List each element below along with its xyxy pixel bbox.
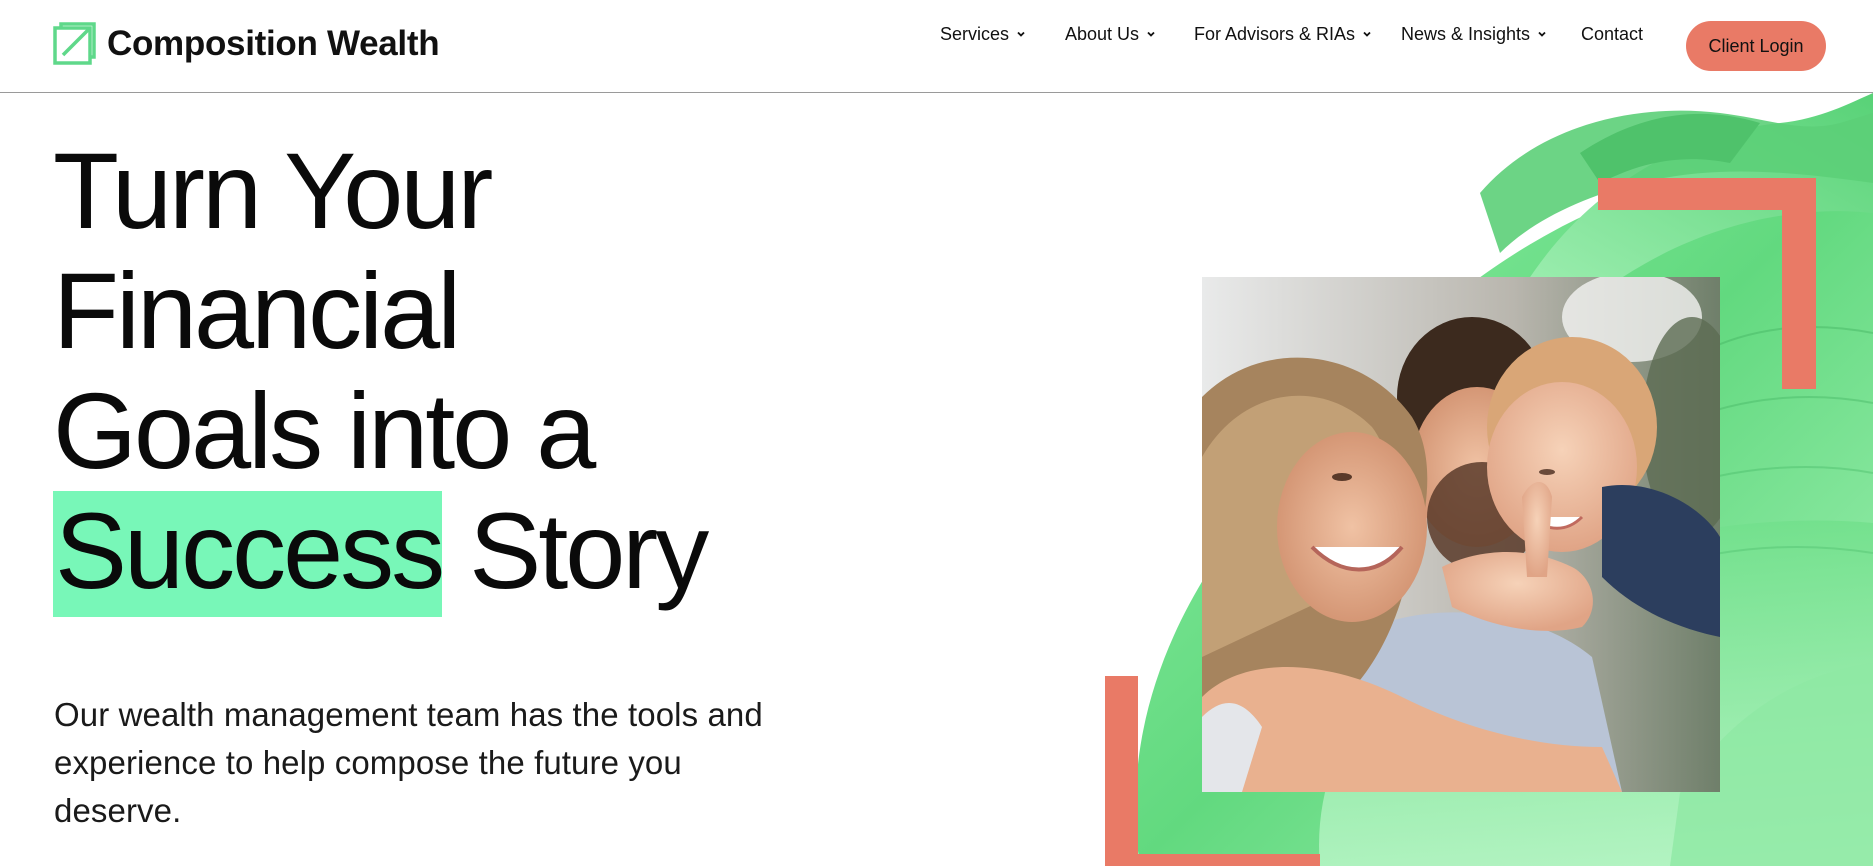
nav-for-advisors-label: For Advisors & RIAs (1194, 23, 1356, 44)
family-photo-illustration (1202, 277, 1720, 792)
chevron-down-icon (1538, 31, 1546, 37)
nav-news-insights-label: News & Insights (1401, 23, 1531, 44)
hero-title: Turn Your Financial Goals into a Success… (53, 130, 709, 617)
client-login-button[interactable]: Client Login (1686, 21, 1826, 71)
nav-about-us-label: About Us (1065, 23, 1140, 44)
nav-services-label: Services (940, 23, 1010, 44)
hero-title-highlight: Success (53, 491, 445, 617)
family-photo (1202, 277, 1720, 792)
hero-title-line-1: Turn Your (53, 130, 493, 251)
chevron-down-icon (1363, 31, 1371, 37)
nav-for-advisors[interactable]: For Advisors & RIAs (1194, 24, 1372, 45)
nav-about-us[interactable]: About Us (1065, 24, 1156, 45)
brand-logo[interactable]: Composition Wealth (53, 22, 440, 65)
chevron-down-icon (1017, 31, 1025, 37)
hero-title-line-2: Financial (53, 250, 461, 371)
nav-services[interactable]: Services (940, 24, 1026, 45)
hero-subtitle: Our wealth management team has the tools… (54, 696, 763, 829)
nav-contact[interactable]: Contact (1581, 24, 1643, 45)
nav-contact-label: Contact (1581, 23, 1644, 44)
chevron-down-icon (1147, 31, 1155, 37)
logo-icon (53, 22, 96, 65)
site-header: Composition Wealth Services About Us For… (0, 0, 1873, 93)
nav-news-insights[interactable]: News & Insights (1401, 24, 1547, 45)
hero-title-line-3: Goals into a (53, 370, 596, 491)
hero-title-line-4: Success Story (53, 490, 709, 617)
hero-title-rest: Story (469, 490, 709, 611)
brand-name: Composition Wealth (107, 23, 440, 63)
